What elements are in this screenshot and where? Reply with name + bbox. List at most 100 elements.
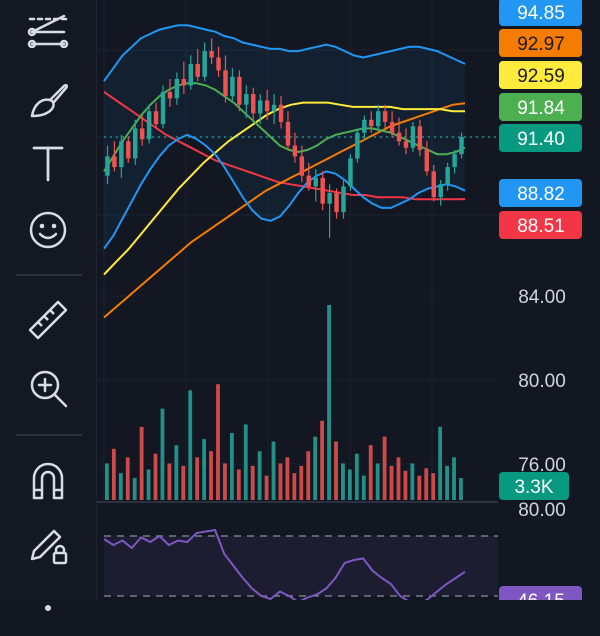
candle-body bbox=[438, 184, 443, 198]
volume-bar bbox=[438, 426, 443, 500]
volume-bar bbox=[278, 463, 283, 500]
volume-bar bbox=[229, 432, 234, 500]
volume-bar bbox=[125, 457, 130, 500]
volume-bar bbox=[320, 420, 325, 500]
candle-body bbox=[445, 167, 450, 185]
text-tool[interactable] bbox=[18, 132, 78, 192]
rsi-tag: 46.15 bbox=[499, 586, 582, 600]
trading-app: 84.00 80.00 76.00 80.00 94.85 92.97 92.59 91.8… bbox=[0, 0, 600, 611]
lock-drawings-tool[interactable] bbox=[18, 515, 78, 575]
emoji-tool[interactable] bbox=[18, 200, 78, 260]
ruler-icon bbox=[28, 300, 68, 340]
zoom-in-icon bbox=[30, 370, 68, 408]
candle-body bbox=[424, 149, 430, 172]
smiley-icon bbox=[29, 211, 67, 249]
volume-bar bbox=[445, 465, 449, 500]
candle-body bbox=[299, 156, 305, 176]
candle-body bbox=[188, 63, 194, 86]
volume-bar bbox=[341, 463, 345, 500]
candle-body bbox=[174, 78, 180, 99]
volume-bar bbox=[396, 457, 401, 500]
volume-bar bbox=[424, 468, 429, 500]
price-tag: 94.85 bbox=[499, 0, 582, 26]
volume-bar bbox=[410, 463, 415, 500]
volume-bar bbox=[118, 473, 123, 500]
volume-bar bbox=[368, 445, 373, 500]
candle-body bbox=[348, 158, 353, 187]
candle-body bbox=[327, 192, 332, 204]
magnet-tool[interactable] bbox=[18, 450, 78, 510]
brush-tool[interactable] bbox=[18, 70, 78, 130]
more-icon bbox=[45, 605, 51, 611]
volume-bar bbox=[271, 441, 276, 500]
price-tag-label: 91.84 bbox=[517, 98, 565, 119]
trend-line-icon bbox=[27, 14, 69, 49]
volume-bar bbox=[209, 451, 213, 500]
volume-bar bbox=[264, 475, 269, 500]
candle-body bbox=[431, 171, 436, 198]
candle-body bbox=[119, 141, 124, 168]
volume-bar bbox=[431, 473, 436, 500]
candle-body bbox=[355, 132, 360, 159]
candle-body bbox=[403, 141, 409, 148]
volume-bar bbox=[195, 457, 200, 500]
price-tag: 88.51 bbox=[499, 211, 582, 239]
volume-bar bbox=[223, 463, 227, 500]
price-axis-tick-label: 84.00 bbox=[518, 287, 566, 308]
more-tool[interactable] bbox=[18, 576, 78, 636]
volume-tag-label: 3.3K bbox=[514, 477, 553, 498]
candle-body bbox=[278, 104, 284, 122]
price-tag-label: 92.97 bbox=[517, 34, 565, 55]
candle-body bbox=[410, 126, 416, 148]
candle-body bbox=[251, 94, 256, 114]
volume-bar bbox=[146, 469, 151, 500]
candle-body bbox=[452, 154, 457, 168]
price-tag-label: 94.85 bbox=[517, 3, 565, 24]
volume-bar bbox=[160, 408, 165, 500]
candle-body bbox=[320, 177, 325, 204]
candle-body bbox=[230, 76, 235, 97]
volume-bar bbox=[236, 469, 241, 500]
price-tag: 92.97 bbox=[499, 29, 582, 57]
volume-bar bbox=[361, 475, 366, 500]
candle-body bbox=[341, 186, 346, 213]
price-tag-label: 88.51 bbox=[517, 216, 565, 237]
price-tag: 91.84 bbox=[499, 93, 582, 121]
trend-line-tool[interactable] bbox=[18, 0, 78, 60]
candle-body bbox=[369, 119, 374, 127]
volume-bar bbox=[389, 465, 394, 500]
toolbar-separator bbox=[16, 434, 82, 436]
price-tag-label: 92.59 bbox=[517, 66, 565, 87]
volume-bar bbox=[132, 478, 137, 500]
candle-body bbox=[292, 145, 298, 157]
text-icon bbox=[32, 146, 64, 182]
zoom-tool[interactable] bbox=[18, 358, 78, 418]
price-tag-label: 91.40 bbox=[517, 129, 565, 150]
price-tag: 88.82 bbox=[499, 179, 582, 207]
chart-area[interactable]: 84.0080.0076.0080.00 94.8592.9792.5991.8… bbox=[97, 0, 600, 600]
price-axis-tick-label: 80.00 bbox=[518, 500, 566, 521]
candle-body bbox=[112, 156, 117, 168]
candle-body bbox=[257, 100, 263, 114]
volume-bar bbox=[327, 305, 331, 500]
volume-bar bbox=[354, 453, 359, 500]
volume-bar bbox=[174, 445, 179, 500]
rsi-band bbox=[104, 536, 498, 596]
candle-body bbox=[133, 128, 138, 159]
magnet-icon bbox=[32, 462, 64, 500]
candle-body bbox=[105, 156, 110, 176]
candle-body bbox=[126, 141, 131, 159]
candle-body bbox=[153, 111, 159, 125]
candle-body bbox=[223, 70, 228, 97]
toolbar-separator bbox=[16, 274, 82, 276]
volume-bar bbox=[292, 473, 297, 500]
candle-body bbox=[202, 51, 207, 77]
volume-bar bbox=[306, 451, 311, 500]
brush-icon bbox=[30, 83, 69, 118]
volume-bar bbox=[250, 465, 255, 500]
candle-body bbox=[375, 111, 381, 127]
measure-tool[interactable] bbox=[18, 290, 78, 350]
volume-bar bbox=[285, 457, 290, 500]
pencil-lock-icon bbox=[30, 529, 68, 565]
candle-body bbox=[216, 57, 221, 71]
